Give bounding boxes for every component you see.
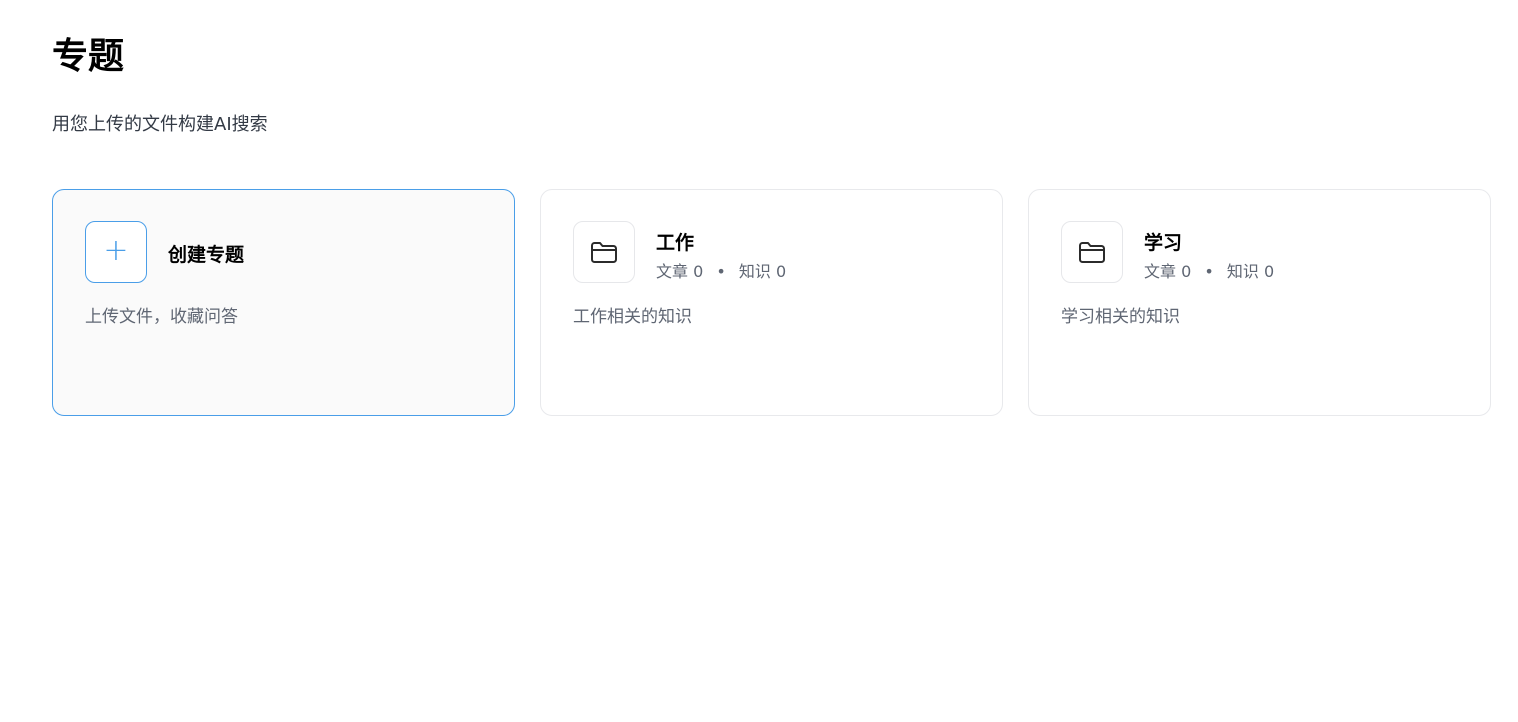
articles-count: 0 <box>1181 262 1192 281</box>
page-subtitle: 用您上传的文件构建AI搜索 <box>52 114 268 135</box>
create-topic-title: 创建专题 <box>168 244 245 266</box>
topic-card-study[interactable]: 学习 文章 0 • 知识 0 学习相关的知识 <box>1028 189 1491 416</box>
topics-page: 专题 用您上传的文件构建AI搜索 + 创建专题 上传文件，收藏问答 工作 文章 … <box>0 0 1518 722</box>
topic-description: 工作相关的知识 <box>573 307 692 327</box>
stats-separator: • <box>1204 262 1214 281</box>
knowledge-label: 知识 <box>1226 262 1259 281</box>
folder-icon <box>591 242 617 263</box>
topic-title: 学习 <box>1144 232 1183 254</box>
page-title: 专题 <box>52 36 125 77</box>
topic-card-work[interactable]: 工作 文章 0 • 知识 0 工作相关的知识 <box>540 189 1003 416</box>
topic-icon-box <box>1061 221 1123 283</box>
topic-description: 学习相关的知识 <box>1061 307 1180 327</box>
knowledge-label: 知识 <box>738 262 771 281</box>
create-topic-description: 上传文件，收藏问答 <box>85 307 238 327</box>
topic-card-grid: + 创建专题 上传文件，收藏问答 工作 文章 0 • 知识 0 工作相关的知识 <box>52 189 1491 416</box>
create-topic-card[interactable]: + 创建专题 上传文件，收藏问答 <box>52 189 515 416</box>
topic-stats: 文章 0 • 知识 0 <box>1144 260 1274 284</box>
topic-title: 工作 <box>656 232 695 254</box>
topic-stats: 文章 0 • 知识 0 <box>656 260 786 284</box>
knowledge-count: 0 <box>1264 262 1275 281</box>
folder-icon <box>1079 242 1105 263</box>
plus-icon: + <box>103 233 129 268</box>
stats-separator: • <box>716 262 726 281</box>
articles-label: 文章 <box>1144 262 1177 281</box>
topic-icon-box <box>573 221 635 283</box>
articles-count: 0 <box>693 262 704 281</box>
articles-label: 文章 <box>656 262 689 281</box>
knowledge-count: 0 <box>776 262 787 281</box>
create-topic-icon-box[interactable]: + <box>85 221 147 283</box>
